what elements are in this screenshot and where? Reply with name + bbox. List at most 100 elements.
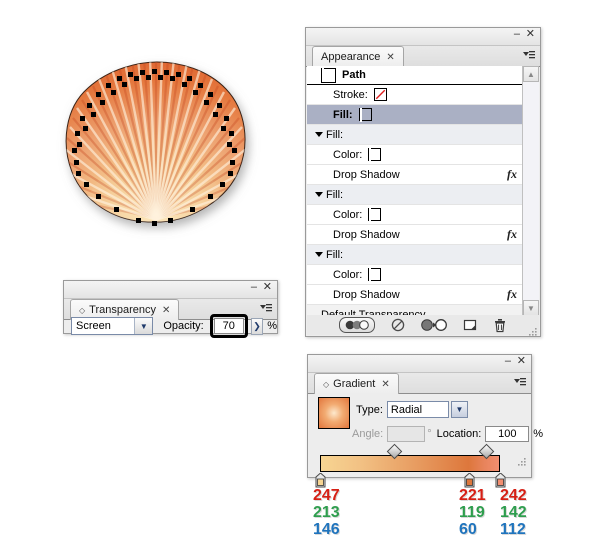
new-art-has-basic-appearance-button[interactable]	[339, 317, 375, 333]
opacity-slider-button[interactable]: ❯	[250, 317, 264, 335]
transparency-tab-label: Transparency	[89, 304, 156, 316]
gradient-panel-menu-icon[interactable]	[513, 376, 527, 390]
appearance-row-color[interactable]: Color:	[307, 145, 525, 165]
appearance-row-stroke[interactable]: Stroke:	[307, 85, 525, 105]
appearance-row-label: Path	[342, 69, 366, 81]
fill-swatch[interactable]	[358, 108, 372, 122]
appearance-tabrow: Appearance ✕	[306, 46, 540, 67]
disclosure-triangle-icon[interactable]	[315, 132, 323, 137]
gradient-preview-swatch[interactable]	[318, 397, 350, 429]
tab-close-icon[interactable]: ✕	[381, 379, 389, 390]
appearance-row-drop-shadow[interactable]: Drop Shadow fx	[307, 165, 525, 185]
gradient-minimize-icon[interactable]: –	[505, 356, 511, 367]
appearance-row-color[interactable]: Color:	[307, 265, 525, 285]
rgb-red-value: 247	[313, 487, 340, 504]
rgb-green-value: 119	[459, 504, 485, 521]
appearance-resize-grip[interactable]	[528, 324, 538, 336]
gradient-body: Type: Radial ▼ Angle: ° Location: 100 %	[308, 393, 543, 488]
appearance-row-label: Drop Shadow	[333, 168, 400, 181]
tab-close-icon[interactable]: ✕	[386, 52, 394, 63]
rgb-readout-middle: 221 119 60	[459, 487, 486, 538]
appearance-panel-menu-icon[interactable]	[522, 49, 536, 63]
rgb-readout-right: 242 142 112	[500, 487, 527, 538]
scroll-down-arrow-icon[interactable]: ▼	[523, 300, 539, 316]
rgb-green-value: 213	[313, 504, 340, 521]
appearance-row-label: Fill:	[333, 108, 353, 121]
fx-icon[interactable]: fx	[507, 227, 517, 242]
color-swatch[interactable]	[368, 208, 382, 222]
gradient-titlebar: – ✕	[308, 355, 531, 373]
scroll-up-arrow-icon[interactable]: ▲	[523, 66, 539, 82]
fx-icon[interactable]: fx	[507, 167, 517, 182]
stroke-none-swatch[interactable]	[373, 88, 387, 101]
appearance-row-label: Fill:	[326, 128, 344, 141]
appearance-tab-label: Appearance	[321, 51, 381, 63]
appearance-minimize-icon[interactable]: –	[514, 29, 520, 40]
tab-gradient[interactable]: ◇ Gradient ✕	[314, 373, 399, 394]
gradient-stop-middle[interactable]	[464, 472, 475, 488]
transparency-panel-menu-icon[interactable]	[259, 302, 273, 316]
appearance-row-label: Drop Shadow	[333, 288, 400, 301]
disclosure-triangle-icon[interactable]	[315, 192, 323, 197]
appearance-vertical-scrollbar[interactable]: ▲ ▼	[522, 66, 539, 316]
rgb-blue-value: 60	[459, 521, 477, 538]
gradient-tab-label: Gradient	[333, 378, 376, 390]
appearance-row-label: Fill:	[326, 188, 344, 201]
disclosure-triangle-icon[interactable]	[315, 252, 323, 257]
rgb-blue-value: 112	[500, 521, 526, 538]
appearance-row-path[interactable]: Path	[307, 66, 525, 85]
opacity-input[interactable]: 70	[213, 318, 244, 334]
appearance-close-icon[interactable]: ✕	[526, 29, 535, 40]
appearance-row-fill[interactable]: Fill:	[307, 105, 525, 125]
color-swatch[interactable]	[368, 148, 382, 162]
gradient-type-label: Type:	[356, 403, 383, 416]
gradient-stop-right[interactable]	[495, 472, 506, 488]
duplicate-selected-item-button[interactable]	[463, 318, 477, 332]
appearance-row-fill-group[interactable]: Fill:	[307, 245, 525, 265]
appearance-row-drop-shadow[interactable]: Drop Shadow fx	[307, 285, 525, 305]
gradient-location-input[interactable]: 100	[485, 426, 530, 442]
blend-mode-select[interactable]: Screen ▼	[71, 317, 154, 335]
gradient-stop-left[interactable]	[315, 472, 326, 488]
delete-selected-item-button[interactable]	[493, 318, 507, 333]
gradient-resize-grip[interactable]	[516, 456, 528, 474]
seashell-artwork[interactable]	[40, 30, 270, 240]
chevron-down-icon[interactable]: ▼	[134, 318, 153, 334]
gradient-slider-bar[interactable]	[320, 455, 500, 472]
appearance-row-fill-group[interactable]: Fill:	[307, 185, 525, 205]
rgb-readout-left: 247 213 146	[313, 487, 340, 538]
path-swatch[interactable]	[321, 67, 336, 83]
appearance-row-drop-shadow[interactable]: Drop Shadow fx	[307, 225, 525, 245]
gradient-percent-label: %	[533, 428, 544, 440]
tab-appearance[interactable]: Appearance ✕	[312, 46, 404, 67]
rgb-green-value: 142	[500, 504, 527, 521]
gradient-type-select[interactable]: Radial	[386, 401, 449, 418]
chevron-down-icon[interactable]: ▼	[450, 401, 468, 418]
appearance-row-label: Stroke:	[333, 88, 368, 101]
transparency-minimize-icon[interactable]: –	[251, 282, 257, 293]
appearance-footer-toolbar	[307, 315, 539, 335]
gradient-angle-input[interactable]	[387, 426, 426, 442]
appearance-row-label: Drop Shadow	[333, 228, 400, 241]
transparency-panel: – ✕ ◇ Transparency ✕ Screen ▼ Opacity: 7…	[63, 280, 278, 338]
color-swatch[interactable]	[368, 268, 382, 282]
appearance-row-label: Color:	[333, 268, 363, 281]
gradient-type-value: Radial	[390, 403, 423, 416]
fx-icon[interactable]: fx	[507, 287, 517, 302]
tab-close-icon[interactable]: ✕	[162, 305, 170, 316]
rgb-red-value: 221	[459, 487, 486, 504]
appearance-list[interactable]: Path Stroke: Fill: Fill: Color: Drop Sha…	[307, 66, 526, 316]
reduce-to-basic-appearance-button[interactable]	[421, 318, 447, 332]
gradient-close-icon[interactable]: ✕	[517, 356, 526, 367]
gradient-tabrow: ◇ Gradient ✕	[308, 373, 531, 394]
tab-grip-icon: ◇	[323, 379, 330, 389]
appearance-titlebar: – ✕	[306, 28, 540, 46]
blend-mode-value: Screen	[76, 320, 111, 332]
appearance-row-fill-group[interactable]: Fill:	[307, 125, 525, 145]
transparency-close-icon[interactable]: ✕	[263, 282, 272, 293]
appearance-row-color[interactable]: Color:	[307, 205, 525, 225]
opacity-label: Opacity:	[163, 320, 204, 332]
clear-appearance-button[interactable]	[391, 318, 405, 332]
opacity-field-highlight: 70	[209, 314, 248, 338]
transparency-body: Screen ▼ Opacity: 70 ❯ %	[64, 314, 277, 338]
